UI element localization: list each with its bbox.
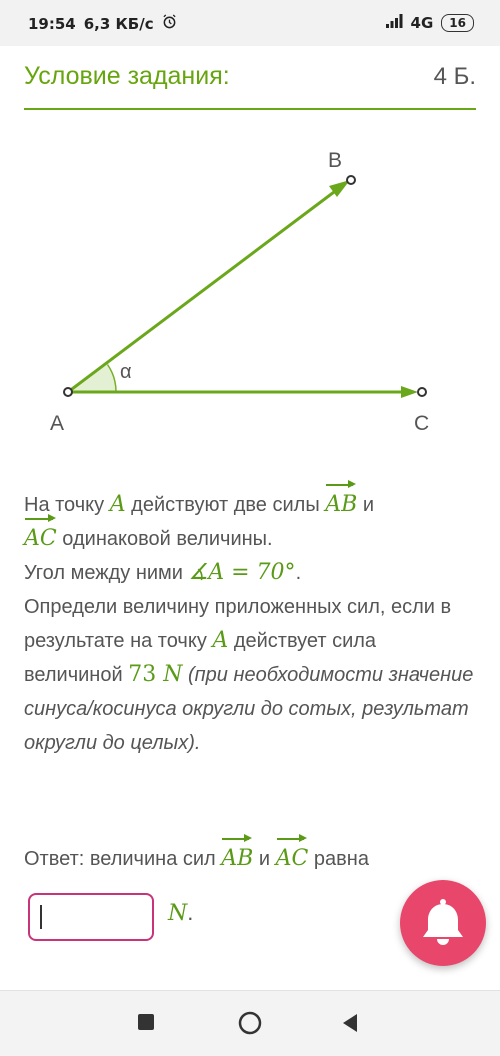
status-left: 19:54 6,3 КБ/с [28,14,177,33]
bell-icon [423,899,463,945]
vector-ac-arrowhead [401,386,418,398]
task-title: Условие задания: [24,62,230,90]
force-unit: N [163,662,183,687]
point-label: A [109,492,126,517]
problem-text: На точку A действуют две силы AB и AC од… [24,480,479,760]
battery-indicator: 16 [441,14,474,32]
task-header: Условие задания: 4 Б. [24,52,476,110]
point-c [417,387,427,397]
text-caret [40,905,42,929]
problem-text-part: Угол между ними [24,562,189,584]
answer-prompt: Ответ: величина сил AB и AC равна [24,834,479,876]
notification-bell-button[interactable] [400,880,486,966]
home-icon[interactable] [237,1010,263,1036]
label-c: C [414,412,429,435]
angle-expression: ∡A = 70° [188,560,296,585]
force-value: 73 [128,662,164,687]
answer-unit-dot: . [187,900,194,925]
answer-input[interactable] [28,893,154,941]
signal-icon [385,14,403,32]
answer-unit-symbol: N [168,901,188,926]
status-time: 19:54 [28,14,76,33]
answer-text-part: Ответ: величина сил [24,848,222,870]
label-a: A [50,412,64,435]
problem-text-part: действуют две силы [125,494,326,516]
problem-text-part: и [357,494,375,516]
recent-apps-icon[interactable] [137,1013,155,1031]
answer-vector-ab: AB [221,834,253,876]
problem-text-part: На точку [24,494,110,516]
answer-vector-ac: AC [276,834,308,876]
vector-ab-line [67,184,343,394]
answer-text-part: равна [308,848,369,870]
point-b [346,175,356,185]
label-alpha: α [120,361,132,383]
status-right: 4G 16 [385,14,474,32]
task-points: 4 Б. [433,63,476,90]
alarm-icon [162,14,177,33]
force-diagram: A B C α [50,149,429,435]
label-b: B [328,149,342,172]
vector-ac: AC [24,514,57,556]
status-bar: 19:54 6,3 КБ/с 4G 16 [0,0,500,46]
network-type: 4G [410,14,434,32]
back-icon[interactable] [340,1012,360,1034]
problem-text-part: . [295,562,302,584]
answer-unit: N. [168,900,193,926]
point-a [63,387,73,397]
status-speed: 6,3 КБ/с [83,14,154,33]
system-nav-bar [0,990,500,1056]
answer-text-part: и [253,848,276,870]
vector-ab: AB [325,480,357,522]
problem-text-part: одинаковой величины. [56,528,273,550]
point-label: A [212,628,229,653]
